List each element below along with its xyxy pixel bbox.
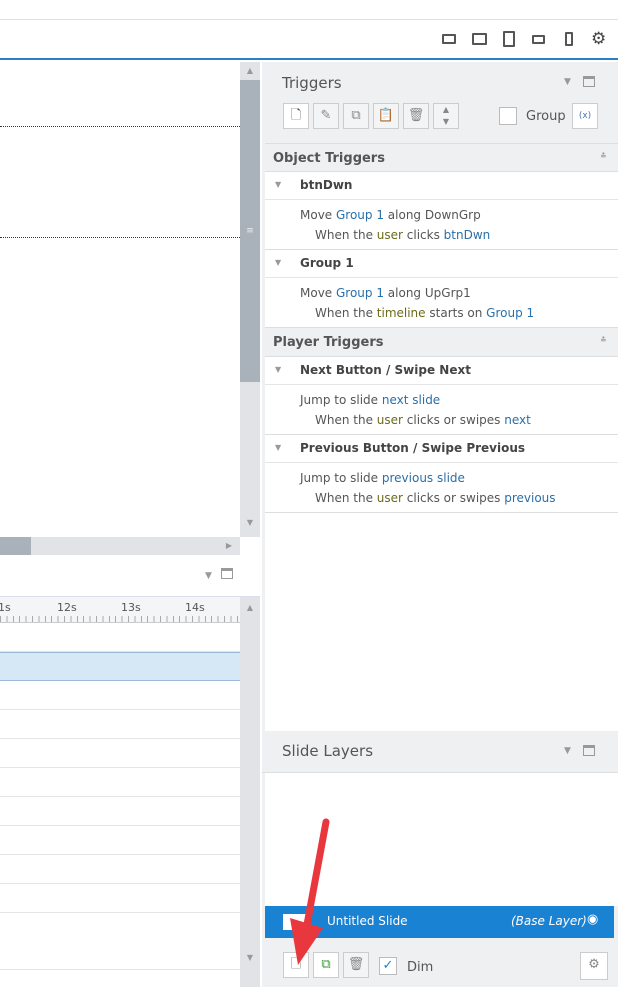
annotation-arrow xyxy=(290,818,330,965)
